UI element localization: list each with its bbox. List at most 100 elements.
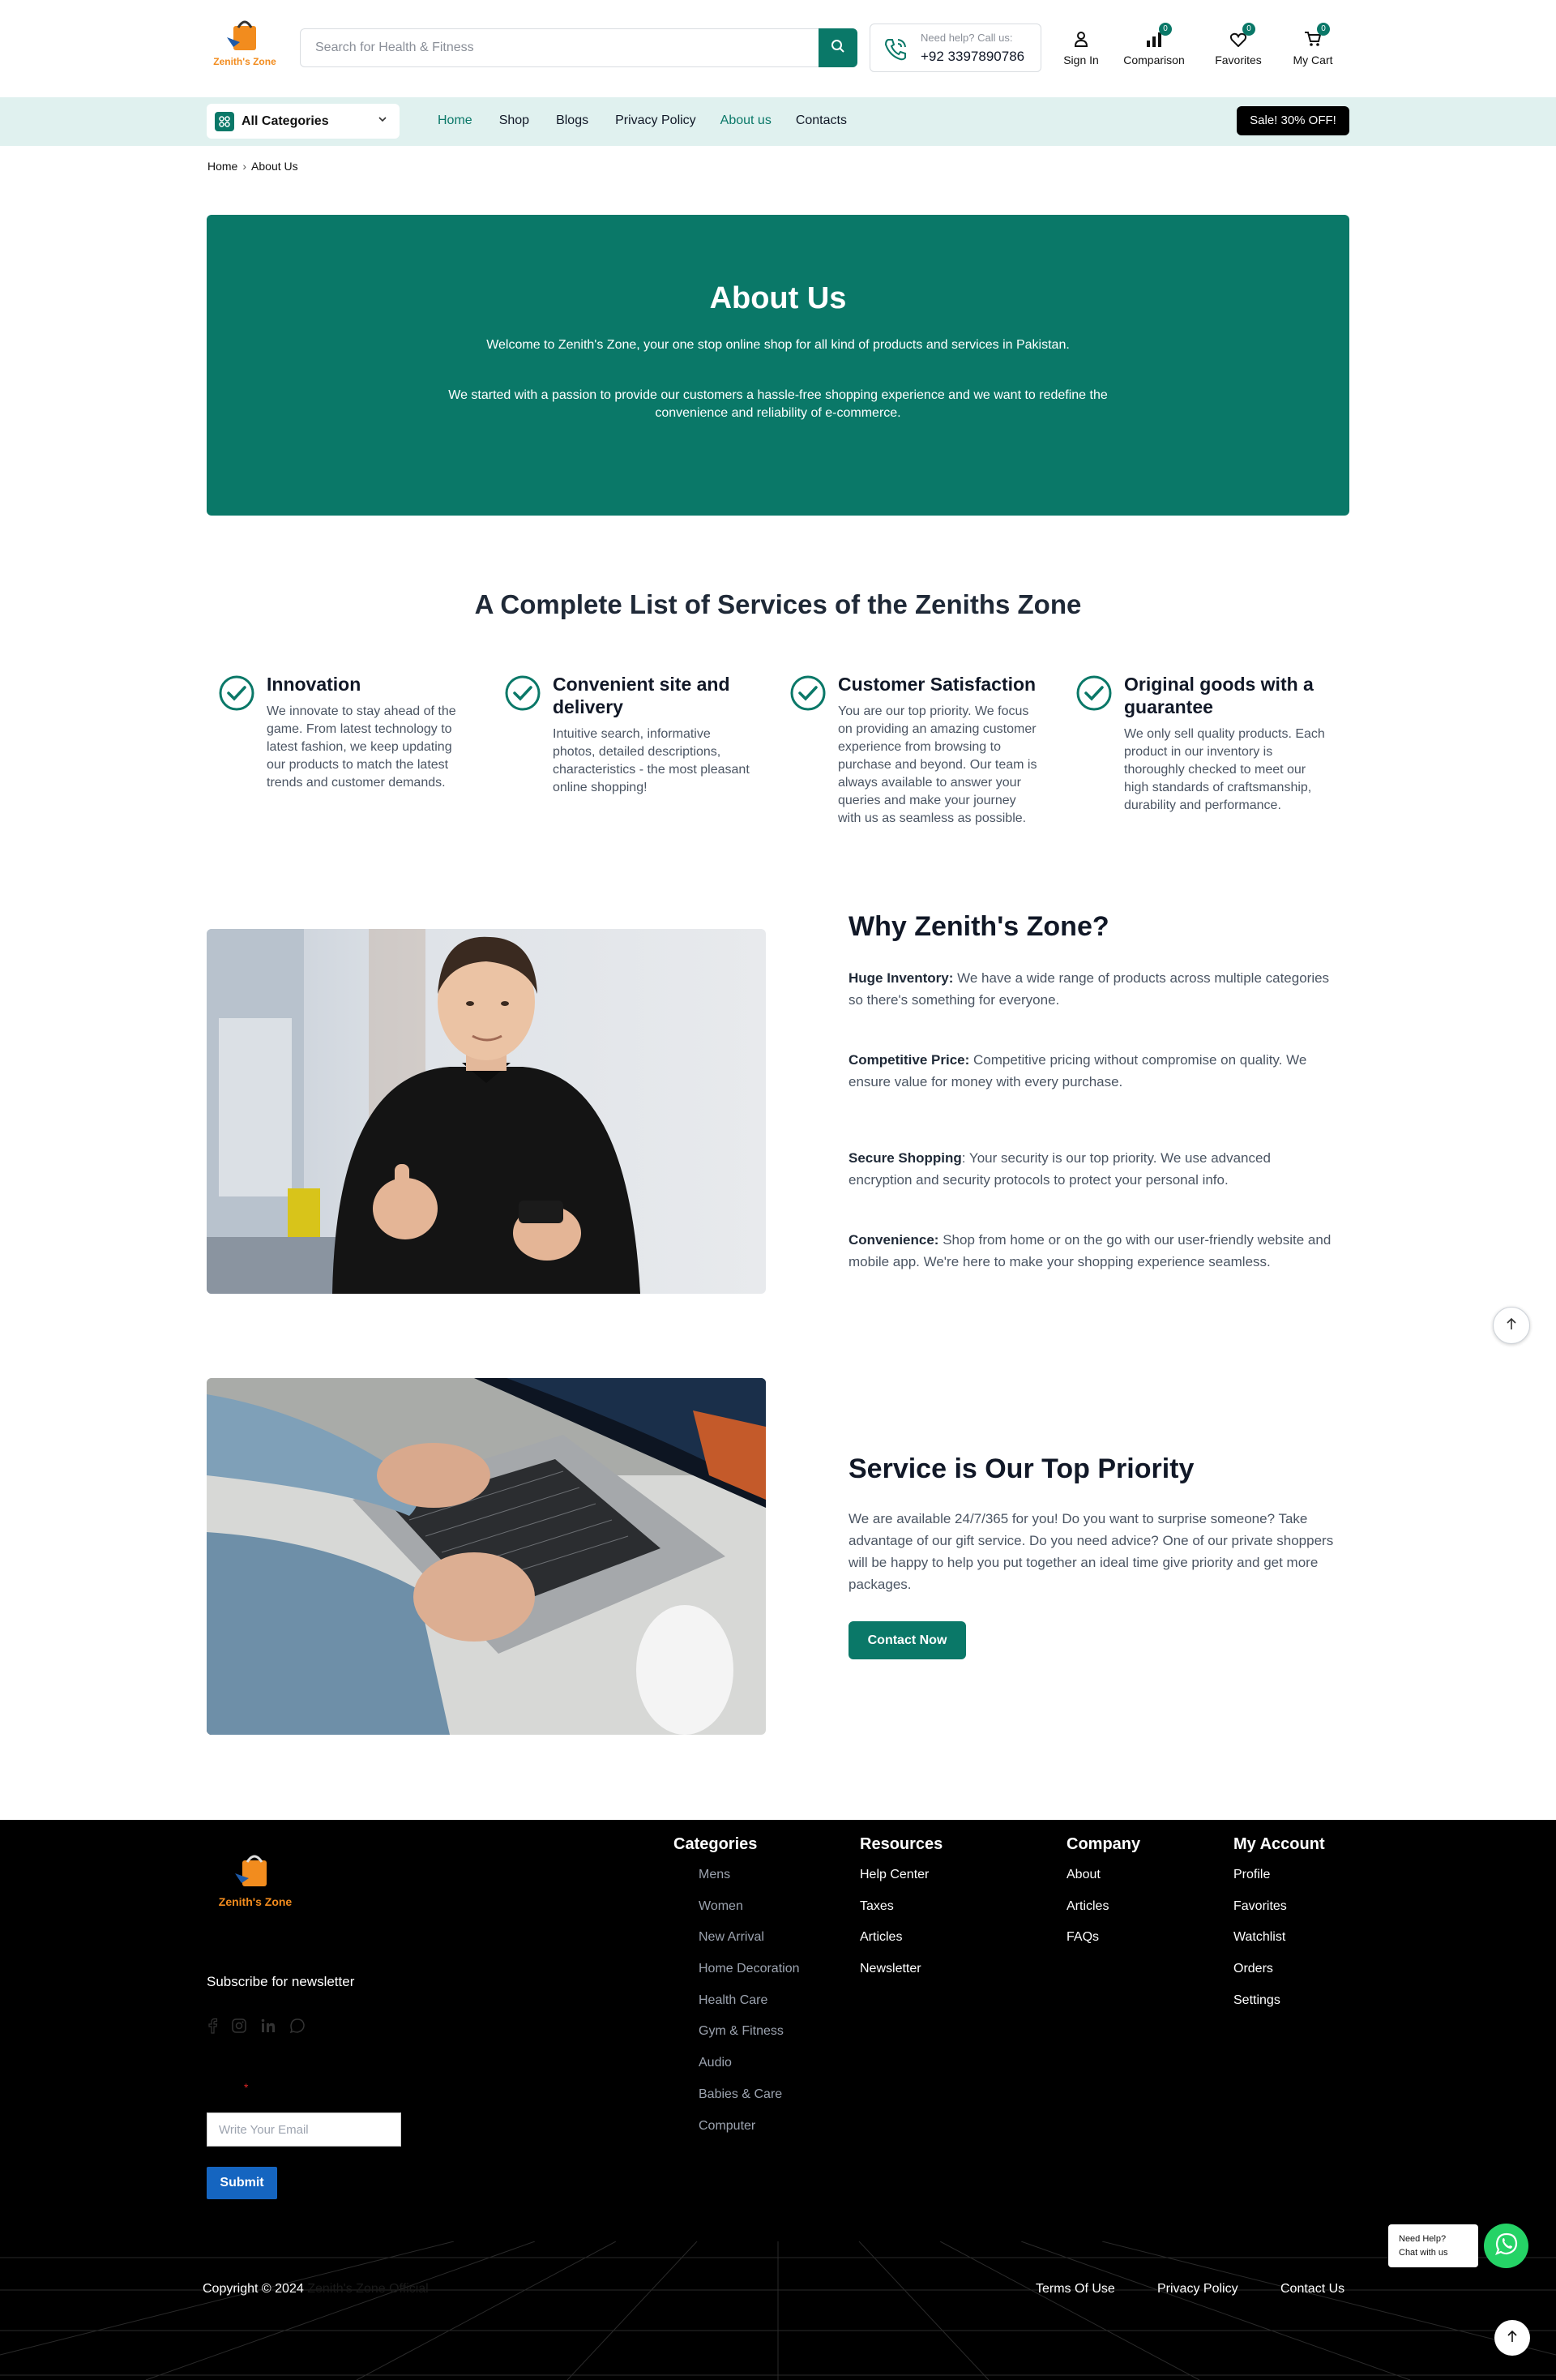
svg-text:Zenith's Zone: Zenith's Zone: [219, 1895, 293, 1908]
arrow-up-icon: [1507, 2330, 1518, 2347]
copyright-text: Copyright © 2024: [203, 2282, 304, 2296]
whatsapp-icon[interactable]: [289, 2018, 306, 2034]
nav-about-us[interactable]: About us: [720, 113, 772, 128]
newsletter-submit-button[interactable]: Submit: [207, 2167, 277, 2199]
nav-home[interactable]: Home: [438, 113, 472, 128]
whatsapp-chat-button[interactable]: [1484, 2224, 1528, 2268]
priority-title: Service is Our Top Priority: [849, 1453, 1195, 1484]
contact-now-button[interactable]: Contact Now: [849, 1621, 966, 1659]
footer-link-help-center[interactable]: Help Center: [860, 1867, 943, 1898]
why-inventory: Huge Inventory: We have a wide range of …: [849, 967, 1335, 1011]
service-title: Convenient site and delivery: [553, 674, 730, 717]
priority-text: We are available 24/7/365 for you! Do yo…: [849, 1511, 1334, 1592]
grid-icon: [215, 112, 234, 131]
footer-link-about[interactable]: About: [1067, 1867, 1140, 1898]
hero-mission: We started with a passion to provide our…: [448, 388, 1108, 420]
newsletter-heading: Subscribe for newsletter: [207, 1974, 355, 1989]
copyright: Copyright © 2024 Zenith's Zone Official: [203, 2282, 429, 2297]
footer-categories: Categories Mens Women New Arrival Home D…: [673, 1834, 800, 2149]
favorites-button[interactable]: 0 Favorites: [1212, 23, 1265, 66]
favorites-label: Favorites: [1215, 54, 1262, 66]
cart-label: My Cart: [1293, 54, 1333, 66]
footer-link-women[interactable]: Women: [673, 1898, 800, 1930]
check-circle-icon: [504, 674, 541, 716]
scroll-up-button[interactable]: [1493, 1307, 1530, 1344]
why-price-label: Competitive Price:: [849, 1052, 970, 1068]
footer-link-taxes[interactable]: Taxes: [860, 1898, 943, 1930]
sale-button[interactable]: Sale! 30% OFF!: [1237, 106, 1349, 135]
newsletter-email-field: [207, 2112, 401, 2147]
social-links: [207, 2018, 318, 2034]
copyright-brand-link[interactable]: Zenith's Zone Official: [307, 2282, 429, 2296]
footer-link-mens[interactable]: Mens: [673, 1867, 800, 1898]
help-contact[interactable]: Need help? Call us: +92 3397890786: [870, 24, 1041, 72]
footer-link-articles[interactable]: Articles: [860, 1929, 943, 1961]
footer-logo[interactable]: Zenith's Zone: [215, 1851, 296, 1920]
footer-link-profile[interactable]: Profile: [1233, 1867, 1325, 1898]
why-secure-label: Secure Shopping: [849, 1150, 962, 1166]
footer-link-faqs[interactable]: FAQs: [1067, 1929, 1140, 1961]
comparison-badge: 0: [1159, 23, 1172, 36]
comparison-label: Comparison: [1123, 54, 1185, 66]
footer-account-title: My Account: [1233, 1835, 1325, 1853]
sign-in-button[interactable]: Sign In: [1063, 24, 1099, 66]
all-categories-label: All Categories: [242, 114, 329, 128]
search-input[interactable]: [301, 29, 803, 66]
cart-badge: 0: [1317, 23, 1330, 36]
footer-categories-title: Categories: [673, 1835, 758, 1853]
bar-chart-icon: 0: [1120, 23, 1188, 47]
cart-button[interactable]: 0 My Cart: [1290, 23, 1336, 66]
site-logo[interactable]: Zenith's Zone: [212, 18, 277, 73]
footer-link-company-articles[interactable]: Articles: [1067, 1898, 1140, 1930]
footer-grid-pattern: [0, 2241, 1556, 2380]
about-hero: About Us Welcome to Zenith's Zone, your …: [207, 215, 1349, 516]
linkedin-icon[interactable]: [260, 2018, 276, 2034]
footer-link-home-decoration[interactable]: Home Decoration: [673, 1961, 800, 1993]
nav-contacts[interactable]: Contacts: [796, 113, 847, 128]
footer-link-favorites[interactable]: Favorites: [1233, 1898, 1325, 1930]
back-to-top-button[interactable]: [1494, 2320, 1530, 2356]
footer-link-new-arrival[interactable]: New Arrival: [673, 1929, 800, 1961]
check-circle-icon: [1075, 674, 1113, 716]
hero-title: About Us: [709, 281, 847, 315]
contact-us-link[interactable]: Contact Us: [1280, 2282, 1344, 2297]
breadcrumb-current: About Us: [251, 160, 298, 173]
search-button[interactable]: [819, 28, 857, 67]
why-convenience: Convenience: Shop from home or on the go…: [849, 1229, 1335, 1273]
service-title: Original goods with a guarantee: [1124, 674, 1314, 717]
nav-shop[interactable]: Shop: [499, 113, 529, 128]
footer-link-babies-care[interactable]: Babies & Care: [673, 2087, 800, 2118]
search-bar: [300, 28, 857, 67]
footer-link-audio[interactable]: Audio: [673, 2055, 800, 2087]
check-circle-icon: [789, 674, 827, 716]
breadcrumb-home[interactable]: Home: [207, 160, 237, 173]
cart-icon: 0: [1290, 23, 1336, 47]
footer-link-watchlist[interactable]: Watchlist: [1233, 1929, 1325, 1961]
footer-link-orders[interactable]: Orders: [1233, 1961, 1325, 1993]
newsletter-email-input[interactable]: [207, 2113, 400, 2146]
heart-icon: 0: [1212, 23, 1265, 47]
terms-of-use-link[interactable]: Terms Of Use: [1036, 2282, 1115, 2297]
footer-link-gym-fitness[interactable]: Gym & Fitness: [673, 2023, 800, 2055]
arrow-up-icon: [1505, 1316, 1518, 1335]
site-footer: Zenith's Zone Subscribe for newsletter *…: [0, 1820, 1556, 2380]
service-text: You are our top priority. We focus on pr…: [838, 704, 1037, 825]
nav-privacy-policy[interactable]: Privacy Policy: [615, 113, 696, 128]
user-icon: [1063, 24, 1099, 47]
footer-link-settings[interactable]: Settings: [1233, 1993, 1325, 2024]
service-text: We only sell quality products. Each prod…: [1124, 727, 1325, 812]
comparison-button[interactable]: 0 Comparison: [1120, 23, 1188, 66]
favorites-badge: 0: [1242, 23, 1255, 36]
footer-link-newsletter[interactable]: Newsletter: [860, 1961, 943, 1993]
nav-links: Home Shop Blogs Privacy Policy About us …: [438, 113, 847, 128]
facebook-icon[interactable]: [207, 2018, 218, 2034]
site-header: Zenith's Zone Need help? Call us: +92 33…: [0, 0, 1556, 97]
instagram-icon[interactable]: [231, 2018, 247, 2034]
footer-link-health-care[interactable]: Health Care: [673, 1993, 800, 2024]
main-nav: All Categories Home Shop Blogs Privacy P…: [0, 97, 1556, 146]
nav-blogs[interactable]: Blogs: [556, 113, 588, 128]
footer-company: Company About Articles FAQs: [1067, 1834, 1140, 1961]
privacy-policy-link[interactable]: Privacy Policy: [1157, 2282, 1238, 2297]
footer-link-computer[interactable]: Computer: [673, 2118, 800, 2150]
all-categories-select[interactable]: All Categories: [207, 104, 400, 139]
